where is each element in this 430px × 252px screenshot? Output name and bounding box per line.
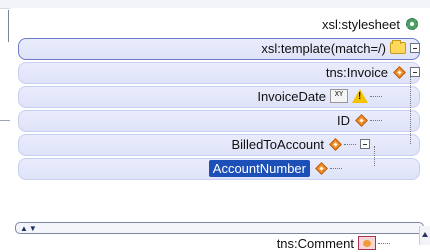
tree-node-account-number[interactable]: AccountNumber — [208, 158, 342, 178]
template-label: xsl:template(match=/) — [261, 40, 386, 56]
xyz-node-icon: XY — [330, 89, 348, 103]
tree-connector — [374, 146, 375, 166]
connector-line — [378, 242, 390, 244]
element-diamond-icon — [314, 161, 328, 175]
connector-line — [370, 119, 382, 121]
element-diamond-icon — [328, 137, 342, 151]
tree-node-comment[interactable]: tns:Comment — [18, 234, 390, 252]
comment-label: tns:Comment — [276, 235, 354, 251]
tree-node-billed-to-account[interactable]: BilledToAccount — [231, 134, 370, 154]
scroll-arrows-icon[interactable]: ▲▼ — [20, 224, 38, 233]
tree-node-invoice[interactable]: tns:Invoice — [326, 62, 420, 82]
tree-node-invoice-date[interactable]: InvoiceDate XY — [257, 86, 382, 106]
tree-node-stylesheet[interactable]: xsl:stylesheet — [322, 14, 420, 34]
connector-line — [344, 143, 356, 145]
left-gutter-tick — [0, 120, 10, 121]
horizontal-scrollbar[interactable]: ▲▼ — [15, 222, 424, 234]
tree-connector — [410, 74, 411, 144]
warning-icon — [352, 89, 368, 103]
id-label: ID — [337, 112, 350, 128]
invoice-date-label: InvoiceDate — [257, 88, 326, 104]
collapse-icon[interactable] — [410, 67, 420, 77]
folder-icon — [390, 40, 406, 54]
account-number-label: AccountNumber — [208, 159, 310, 177]
vertical-scrollbar[interactable] — [419, 226, 430, 245]
collapse-icon[interactable] — [360, 139, 370, 149]
mapper-canvas: xsl:stylesheet xsl:template(match=/) tns… — [10, 8, 430, 251]
connector-line — [330, 167, 342, 169]
stylesheet-label: xsl:stylesheet — [321, 16, 400, 32]
connector-line — [370, 95, 382, 97]
billed-to-account-label: BilledToAccount — [231, 136, 325, 152]
tree-node-id[interactable]: ID — [337, 110, 382, 130]
collapse-icon[interactable] — [410, 43, 420, 53]
left-gutter — [0, 0, 10, 245]
element-diamond-icon — [354, 113, 368, 127]
invoice-label: tns:Invoice — [325, 64, 388, 80]
gear-icon — [404, 16, 420, 32]
comment-icon — [358, 236, 376, 250]
element-diamond-icon — [392, 65, 406, 79]
left-gutter-bracket — [8, 10, 9, 42]
tree-node-template[interactable]: xsl:template(match=/) — [261, 38, 420, 58]
